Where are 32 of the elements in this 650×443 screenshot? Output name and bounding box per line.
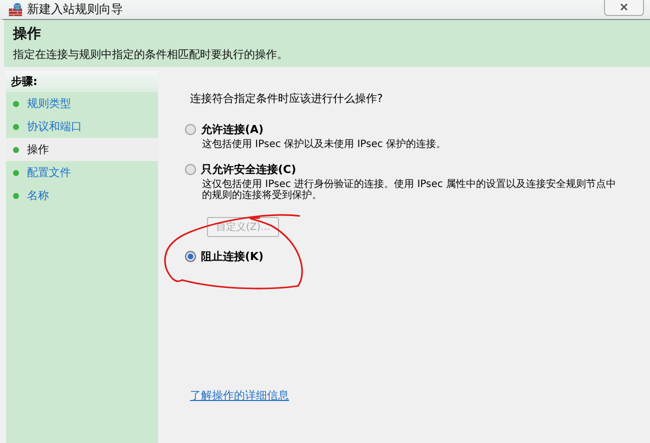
option-label: 允许连接(A) xyxy=(201,122,264,137)
bullet-icon xyxy=(13,170,19,176)
question-text: 连接符合指定条件时应该进行什么操作? xyxy=(190,91,384,106)
step-label: 配置文件 xyxy=(27,165,71,180)
step-label: 名称 xyxy=(27,188,49,203)
bullet-icon xyxy=(13,124,19,130)
page-description: 指定在连接与规则中指定的条件相匹配时要执行的操作。 xyxy=(13,47,289,62)
step-label: 操作 xyxy=(27,142,49,157)
close-icon xyxy=(619,2,629,12)
close-button[interactable] xyxy=(604,0,644,16)
step-item[interactable]: 操作 xyxy=(6,138,158,161)
steps-heading: 步骤: xyxy=(6,71,158,92)
step-item[interactable]: 配置文件 xyxy=(6,161,158,184)
option-description: 这包括使用 IPsec 保护以及未使用 IPsec 保护的连接。 xyxy=(202,139,448,150)
radio-button[interactable] xyxy=(185,124,196,135)
step-label: 协议和端口 xyxy=(27,119,82,134)
radio-button[interactable] xyxy=(185,251,196,262)
option-description: 这仅包括使用 IPsec 进行身份验证的连接。使用 IPsec 属性中的设置以及连接安全规则节点中的规则的连接将受到保护。 xyxy=(202,179,618,201)
bullet-icon xyxy=(13,192,19,198)
step-item[interactable]: 规则类型 xyxy=(6,92,158,115)
option-label: 只允许安全连接(C) xyxy=(201,162,296,177)
radio-button[interactable] xyxy=(185,164,196,175)
step-item[interactable]: 名称 xyxy=(6,184,158,207)
page-heading: 操作 xyxy=(13,25,42,43)
option-label: 阻止连接(K) xyxy=(201,249,264,264)
help-link[interactable]: 了解操作的详细信息 xyxy=(190,388,650,403)
bullet-icon xyxy=(13,146,19,152)
step-item[interactable]: 协议和端口 xyxy=(6,115,158,138)
step-label: 规则类型 xyxy=(27,96,71,111)
firewall-icon xyxy=(8,2,23,17)
bullet-icon xyxy=(13,100,19,106)
window-title: 新建入站规则向导 xyxy=(27,1,124,18)
